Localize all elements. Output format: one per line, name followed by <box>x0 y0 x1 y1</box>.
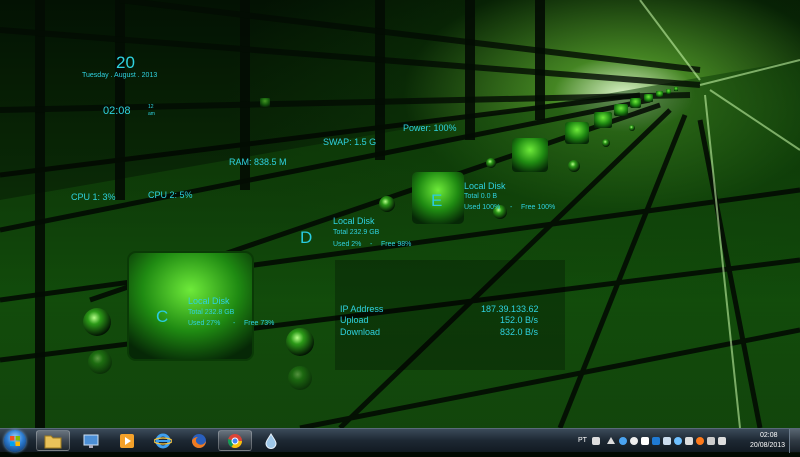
network-status-icon[interactable] <box>619 437 627 445</box>
firefox-icon <box>192 433 206 448</box>
keyboard-icon[interactable] <box>592 437 600 445</box>
language-indicator[interactable]: PT <box>578 437 587 444</box>
flag-icon[interactable] <box>707 437 715 445</box>
disk-d-letter: D <box>300 228 313 247</box>
disk-d-free: Free 98% <box>381 241 412 248</box>
clock-meridiem: am <box>148 111 155 117</box>
disk-c-used: Used 27% <box>188 320 221 327</box>
disk-e-title: Local Disk <box>464 181 506 191</box>
start-button[interactable] <box>4 430 26 452</box>
volume-icon[interactable] <box>718 437 726 445</box>
taskbar-app-chrome[interactable] <box>218 430 252 451</box>
ram-usage: RAM: 838.5 M <box>229 157 287 167</box>
ip-address-value: 187.39.133.62 <box>481 304 539 314</box>
disk-e-letter: E <box>431 191 443 210</box>
upload-value: 152.0 B/s <box>500 315 539 325</box>
clock-time: 02:08 <box>103 105 131 117</box>
disk-e-total: Total 0.0 B <box>464 193 498 200</box>
download-value: 832.0 B/s <box>500 327 539 337</box>
disk-e-separator: - <box>510 204 513 211</box>
chat-icon[interactable] <box>674 437 682 445</box>
upload-label: Upload <box>340 315 369 325</box>
disk-d-separator: - <box>370 241 373 248</box>
taskbar-app-control-panel[interactable] <box>74 430 108 451</box>
desktop[interactable]: 20 Tuesday . August . 2013 02:08 12 am C… <box>0 0 800 428</box>
download-label: Download <box>340 327 381 337</box>
taskbar-app-media-player[interactable] <box>110 430 144 451</box>
malwarebytes-icon[interactable] <box>652 437 660 445</box>
system-tray: PT 02:08 20/08/2013 <box>570 429 800 453</box>
media-player-icon <box>120 433 134 448</box>
disk-c-title: Local Disk <box>188 296 230 306</box>
disk-c-letter: C <box>156 307 169 326</box>
ip-address-label: IP Address <box>340 304 384 314</box>
monitor-tray-icon[interactable] <box>641 437 649 445</box>
chrome-icon <box>228 433 242 448</box>
tray-clock-date[interactable]: 20/08/2013 <box>750 442 785 449</box>
show-desktop-button[interactable] <box>789 429 800 453</box>
action-center-icon[interactable] <box>663 437 671 445</box>
disk-d-total: Total 232.9 GB <box>333 229 380 236</box>
taskbar-app-explorer[interactable] <box>36 430 70 451</box>
taskbar-app-firefox[interactable] <box>182 430 216 451</box>
power-status: Power: 100% <box>403 123 457 133</box>
disk-c-total: Total 232.8 GB <box>188 309 235 316</box>
internet-explorer-icon <box>154 433 172 448</box>
folder-icon <box>44 435 62 448</box>
taskbar-app-internet-explorer[interactable] <box>146 430 180 451</box>
windows-logo-icon <box>10 436 20 446</box>
avast-icon[interactable] <box>696 437 704 445</box>
taskbar: PT 02:08 20/08/2013 <box>0 428 800 453</box>
disk-d-title: Local Disk <box>333 216 375 226</box>
disk-c-separator: - <box>233 320 236 327</box>
taskbar-app-rainmeter[interactable] <box>254 430 288 451</box>
monitor-icon <box>83 434 99 448</box>
cpu2-usage: CPU 2: 5% <box>148 190 193 200</box>
clock-day: 20 <box>116 53 135 72</box>
drop-icon <box>265 432 277 449</box>
swap-usage: SWAP: 1.5 G <box>323 137 377 147</box>
tray-clock-time[interactable]: 02:08 <box>760 432 778 439</box>
disk-e-used: Used 100% <box>464 204 501 211</box>
disk-c-free: Free 73% <box>244 320 275 327</box>
cpu1-usage: CPU 1: 3% <box>71 192 116 202</box>
clock-date: Tuesday . August . 2013 <box>82 72 158 79</box>
clock-hour-format: 12 <box>148 104 154 110</box>
disk-e-free: Free 100% <box>521 204 556 211</box>
drop-tray-icon[interactable] <box>630 437 638 445</box>
device-icon[interactable] <box>685 437 693 445</box>
show-hidden-icons-icon[interactable] <box>607 437 615 444</box>
disk-d-used: Used 2% <box>333 241 362 248</box>
